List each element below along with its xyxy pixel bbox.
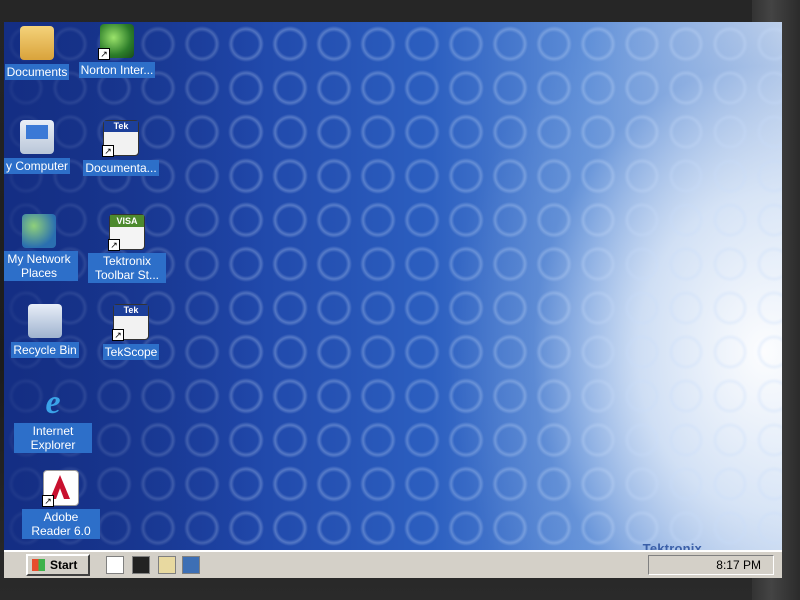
- quicklaunch-adobe-icon[interactable]: [106, 556, 124, 574]
- shortcut-arrow-icon: ↗: [108, 239, 120, 251]
- quicklaunch-show-desktop-icon[interactable]: [182, 556, 200, 574]
- network-icon: [22, 214, 56, 248]
- desktop-icon-label: Tektronix Toolbar St...: [88, 253, 166, 283]
- tek-document-icon: ↗: [102, 120, 139, 157]
- desktop-icon-internet-explorer[interactable]: e Internet Explorer: [14, 386, 92, 454]
- recycle-bin-icon: [28, 304, 62, 338]
- desktop-icon-label: Internet Explorer: [14, 423, 92, 453]
- clock-time: 8:17 PM: [716, 558, 761, 572]
- desktop-icon-adobe-reader[interactable]: ↗ Adobe Reader 6.0: [22, 470, 100, 540]
- desktop-icon-documentation[interactable]: ↗ Documenta...: [82, 120, 160, 177]
- desktop-icon-network[interactable]: My Network Places: [4, 214, 78, 282]
- desktop-icon-my-computer[interactable]: y Computer: [4, 120, 76, 175]
- visa-icon: ↗: [108, 214, 145, 251]
- desktop-icon-label: Documents: [4, 64, 70, 80]
- desktop-icon-tektronix-toolbar[interactable]: ↗ Tektronix Toolbar St...: [88, 214, 166, 284]
- desktop-icon-label: Recycle Bin: [11, 342, 79, 358]
- quicklaunch-command-prompt-icon[interactable]: [132, 556, 150, 574]
- desktop-icon-label: TekScope: [102, 344, 160, 360]
- windows-logo-icon: [32, 559, 45, 571]
- shortcut-arrow-icon: ↗: [102, 145, 114, 157]
- system-tray-clock[interactable]: 8:17 PM: [648, 555, 774, 575]
- shortcut-arrow-icon: ↗: [98, 48, 110, 60]
- desktop-icon-label: Documenta...: [83, 160, 159, 176]
- ie-logo-glyph: e: [45, 384, 61, 421]
- shortcut-arrow-icon: ↗: [42, 495, 54, 507]
- computer-icon: [20, 120, 54, 154]
- desktop-icon-recycle-bin[interactable]: Recycle Bin: [6, 304, 84, 359]
- desktop-icon-label: Norton Inter...: [78, 62, 156, 78]
- desktop-icon-label: My Network Places: [4, 251, 78, 281]
- desktop-icon-tekscope[interactable]: ↗ TekScope: [92, 304, 170, 361]
- adobe-reader-icon: ↗: [42, 470, 79, 507]
- desktop-icon-label: y Computer: [4, 158, 71, 174]
- quicklaunch-search-icon[interactable]: [158, 556, 176, 574]
- taskbar: Start 8:17 PM: [4, 550, 782, 578]
- start-label: Start: [50, 558, 78, 572]
- start-button[interactable]: Start: [26, 554, 90, 576]
- folder-icon: [20, 26, 54, 60]
- globe-icon: ↗: [98, 24, 134, 60]
- internet-explorer-icon: e: [36, 386, 70, 420]
- tek-scope-icon: ↗: [112, 304, 149, 341]
- desktop-screen: Documents ↗ Norton Inter... y Computer ↗…: [4, 22, 782, 578]
- desktop-icon-documents[interactable]: Documents: [4, 26, 76, 81]
- desktop-icon-norton[interactable]: ↗ Norton Inter...: [78, 24, 156, 79]
- desktop-icon-label: Adobe Reader 6.0: [22, 509, 100, 539]
- shortcut-arrow-icon: ↗: [112, 329, 124, 341]
